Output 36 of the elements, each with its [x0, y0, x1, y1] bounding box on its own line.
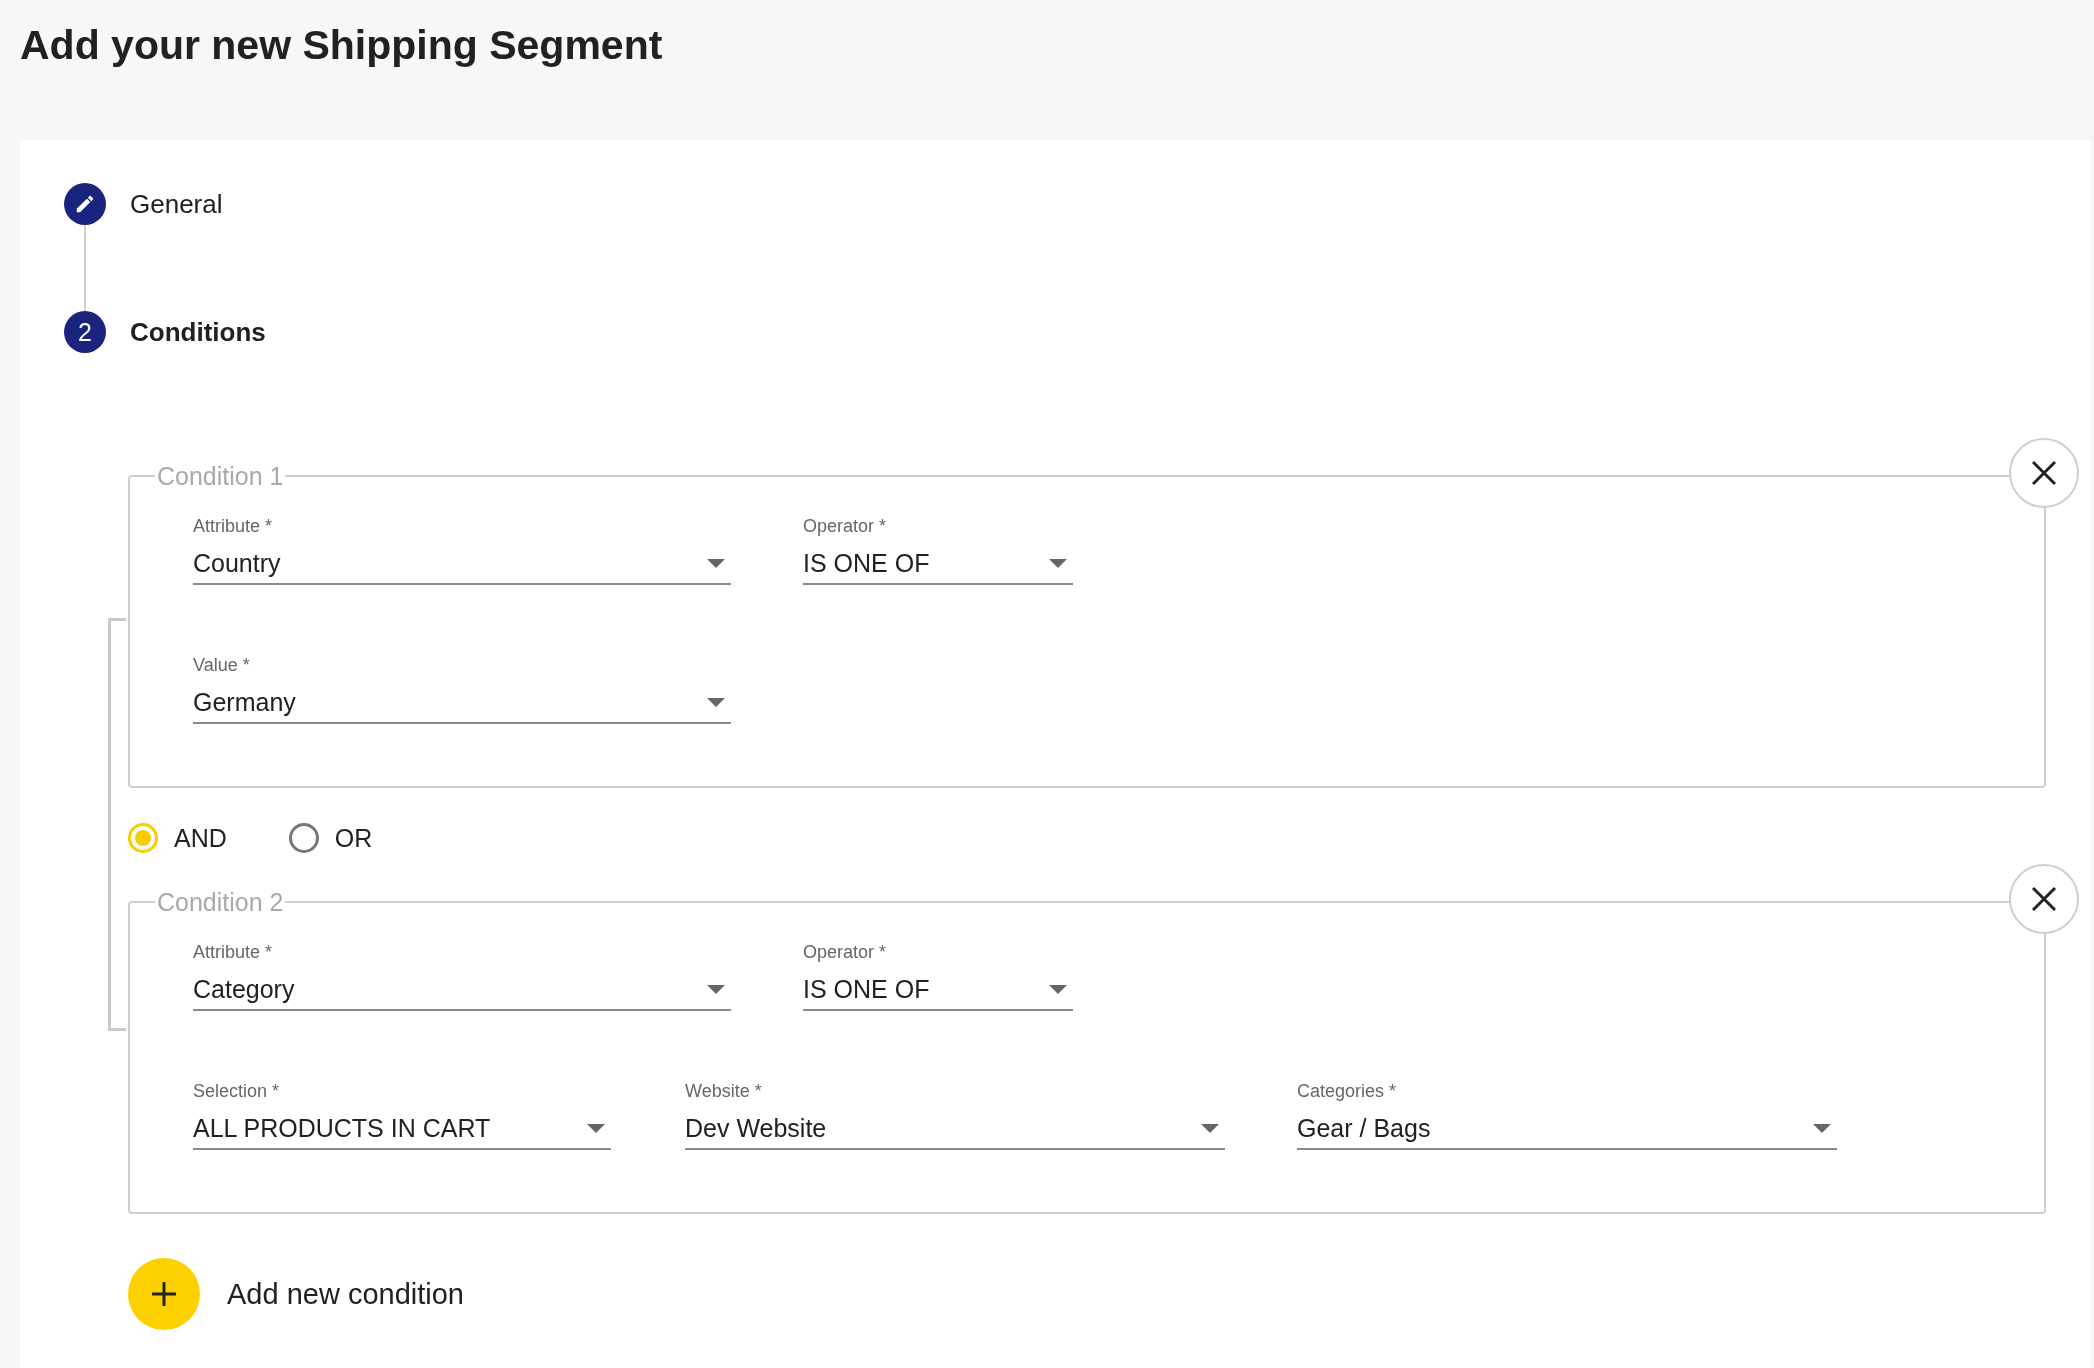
dropdown-caret-icon — [1049, 984, 1067, 994]
dropdown-caret-icon — [707, 558, 725, 568]
page-title: Add your new Shipping Segment — [19, 21, 664, 70]
radio-option[interactable]: AND — [128, 823, 227, 853]
step-label[interactable]: General — [130, 188, 223, 220]
add-condition-button[interactable]: Add new condition — [128, 1258, 464, 1330]
dropdown-caret-icon — [707, 984, 725, 994]
step-label[interactable]: Conditions — [130, 316, 266, 348]
condition-legend: Condition 1 — [155, 466, 286, 486]
dropdown-field[interactable]: IS ONE OF — [803, 543, 1073, 585]
field-label: Selection * — [193, 1081, 281, 1102]
close-icon — [2031, 886, 2057, 912]
dropdown-field[interactable]: Germany — [193, 682, 731, 724]
field-label: Attribute * — [193, 516, 274, 537]
radio-option[interactable]: OR — [288, 823, 373, 853]
dropdown-field[interactable]: Category — [193, 969, 731, 1011]
field-label: Operator * — [803, 942, 888, 963]
field-label: Website * — [685, 1081, 763, 1102]
dropdown-field[interactable]: ALL PRODUCTS IN CART — [193, 1108, 611, 1150]
condition-legend: Condition 2 — [155, 892, 286, 912]
dropdown-field[interactable]: Dev Website — [685, 1108, 1225, 1150]
dropdown-caret-icon — [1201, 1123, 1219, 1133]
dropdown-field[interactable]: IS ONE OF — [803, 969, 1073, 1011]
dropdown-caret-icon — [587, 1123, 605, 1133]
field-label: Attribute * — [193, 942, 274, 963]
field-label: Operator * — [803, 516, 888, 537]
dropdown-field[interactable]: Gear / Bags — [1297, 1108, 1837, 1150]
dropdown-field[interactable]: Country — [193, 543, 731, 585]
step-edit-icon — [64, 183, 106, 225]
dropdown-caret-icon — [1813, 1123, 1831, 1133]
field-label: Value * — [193, 655, 251, 676]
field-label: Categories * — [1297, 1081, 1398, 1102]
close-icon — [2031, 460, 2057, 486]
step-number: 2 — [64, 311, 106, 353]
dropdown-caret-icon — [1049, 558, 1067, 568]
dropdown-caret-icon — [707, 697, 725, 707]
